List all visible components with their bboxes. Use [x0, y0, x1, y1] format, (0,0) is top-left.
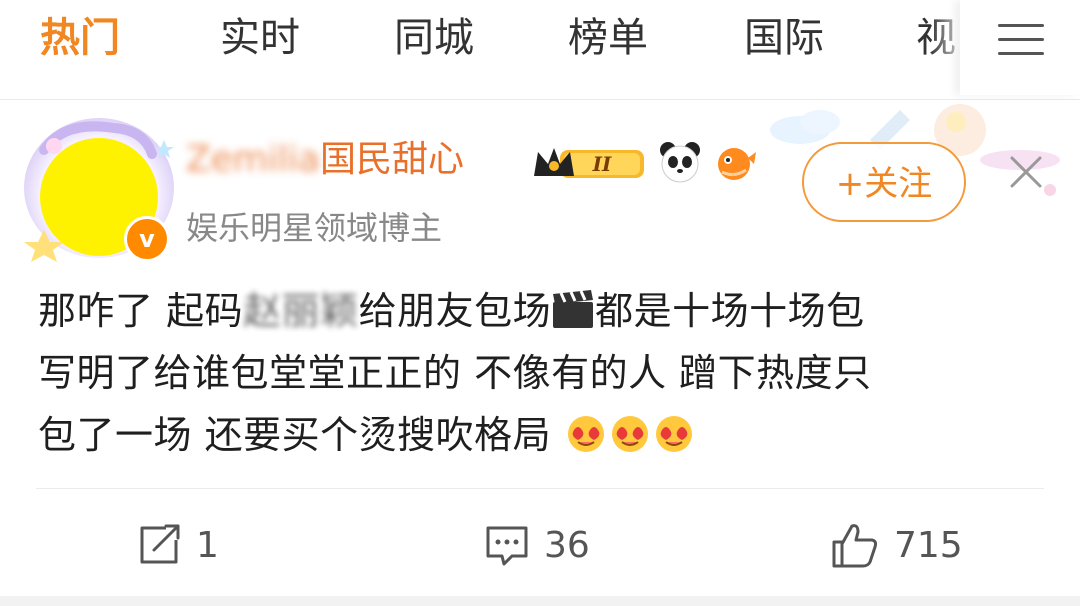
- user-description: 娱乐明星领域博主: [186, 209, 443, 247]
- panda-icon: [660, 142, 700, 183]
- content-text: 给朋友包场: [358, 289, 552, 333]
- heart-eyes-emoji: [611, 416, 648, 452]
- heart-eyes-emoji: [567, 416, 604, 452]
- pufferfish-icon: [718, 148, 756, 180]
- content-line: 那咋了 起码赵丽颖给朋友包场 都是十场十场包: [38, 280, 1048, 342]
- divider: [36, 488, 1044, 489]
- comment-icon: [486, 526, 528, 566]
- close-icon[interactable]: [1004, 150, 1048, 194]
- repost-count: 1: [196, 524, 219, 566]
- comment-count: 36: [544, 524, 590, 566]
- top-tab-bar: 热门 实时 同城 榜单 国际 视: [0, 0, 1080, 100]
- tab-rankings[interactable]: 榜单: [568, 14, 648, 62]
- username-text: 国民甜心: [319, 139, 464, 180]
- tab-local[interactable]: 同城: [394, 14, 474, 62]
- bottom-separator: [0, 596, 1080, 606]
- username[interactable]: Zemilia国民甜心: [186, 138, 464, 182]
- comment-button[interactable]: 36: [484, 512, 590, 578]
- content-line: 包了一场 还要买个烫搜吹格局: [38, 404, 1048, 466]
- feed-post: v Zemilia国民甜心 II 娱乐明星领域博主 +关注 那咋了 起码赵丽颖给…: [0, 100, 1080, 606]
- heart-eyes-emoji: [655, 416, 692, 452]
- clapper-icon: [553, 290, 594, 328]
- badge-level: II: [592, 152, 612, 176]
- like-icon: [832, 524, 878, 568]
- repost-button[interactable]: 1: [136, 512, 219, 578]
- verified-icon: v: [124, 216, 170, 262]
- post-content: 那咋了 起码赵丽颖给朋友包场 都是十场十场包 写明了给谁包堂堂正正的 不像有的人 …: [38, 280, 1048, 466]
- tab-hot[interactable]: 热门: [40, 14, 120, 62]
- username-blurred: Zemilia: [186, 139, 320, 180]
- avatar[interactable]: v: [24, 110, 184, 270]
- content-line: 写明了给谁包堂堂正正的 不像有的人 蹭下热度只: [38, 351, 872, 395]
- content-text: 都是十场十场包: [595, 289, 865, 333]
- content-text-blurred: 赵丽颖: [243, 289, 359, 333]
- crown-rank-badge[interactable]: II: [530, 142, 646, 184]
- like-button[interactable]: 715: [830, 512, 963, 578]
- content-text: 那咋了 起码: [38, 289, 244, 333]
- menu-icon[interactable]: [960, 0, 1080, 95]
- content-text: 包了一场 还要买个烫搜吹格局: [38, 413, 552, 457]
- like-count: 715: [894, 524, 963, 566]
- follow-button[interactable]: +关注: [802, 142, 966, 222]
- tab-international[interactable]: 国际: [744, 14, 824, 62]
- tab-realtime[interactable]: 实时: [220, 14, 300, 62]
- repost-icon: [140, 524, 180, 564]
